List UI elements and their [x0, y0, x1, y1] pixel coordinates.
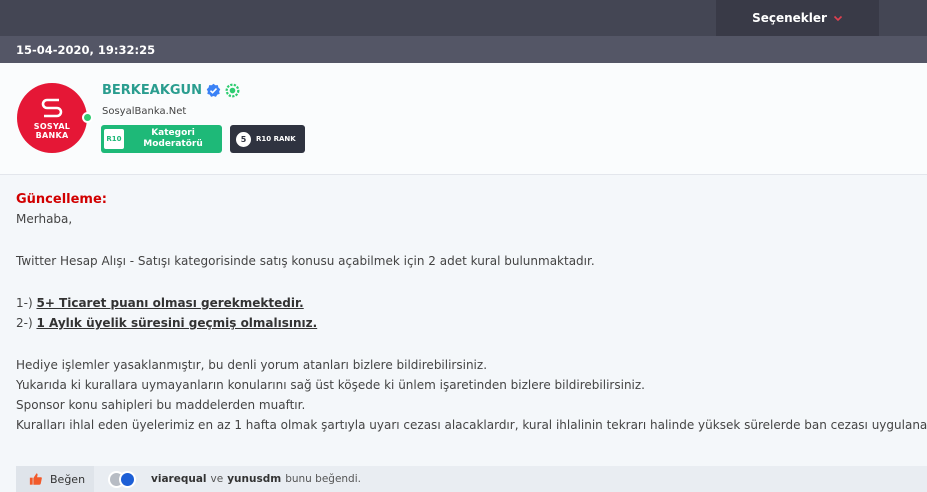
rule-item-1: 1-) 5+ Ticaret puanı olması gerekmektedi…: [16, 293, 916, 313]
liker-avatars: [108, 471, 136, 488]
options-dropdown[interactable]: Seçenekler: [716, 0, 879, 36]
verified-icon: [206, 83, 221, 97]
like-button-label: Beğen: [50, 472, 86, 486]
user-subtitle: SosyalBanka.Net: [102, 106, 187, 117]
user-panel: SOSYAL BANKA BERKEAKGUN SosyalBanka.Net …: [0, 63, 927, 175]
r10-badge-icon: R10: [104, 129, 124, 149]
rule-text: 1 Aylık üyelik süresini geçmiş olmalısın…: [36, 316, 318, 330]
rule-item-2: 2-) 1 Aylık üyelik süresini geçmiş olmal…: [16, 313, 916, 333]
note-line-3: Sponsor konu sahipleri bu maddelerden mu…: [16, 398, 306, 412]
rule-text: 5+ Ticaret puanı olması gerekmektedir.: [36, 296, 304, 310]
rank-badge-moderator: R10 Kategori Moderatörü: [101, 125, 222, 153]
note-line-1: Hediye işlemler yasaklanmıştır, bu denli…: [16, 358, 488, 372]
intro-text: Twitter Hesap Alışı - Satışı kategorisin…: [16, 254, 595, 268]
top-bar: Seçenekler: [0, 0, 927, 36]
like-button[interactable]: Beğen: [16, 466, 94, 492]
update-heading: Güncelleme:: [16, 192, 107, 207]
rule-prefix: 1-): [16, 296, 37, 310]
level-number: 5: [236, 131, 251, 147]
gear-badge-icon: [225, 83, 240, 98]
sosyalbanka-logo-icon: [41, 98, 63, 117]
thumbs-up-icon: [29, 473, 42, 485]
avatar-brand-line2: BANKA: [35, 130, 69, 140]
username[interactable]: BERKEAKGUN: [102, 83, 202, 98]
avatar[interactable]: [119, 471, 136, 488]
level-badge: 5 R10 RANK: [230, 125, 305, 153]
online-indicator: [82, 112, 93, 123]
greeting-text: Merhaba,: [16, 212, 73, 226]
liker-link-2[interactable]: yunusdm: [227, 473, 281, 485]
post-datetime: 15-04-2020, 19:32:25: [16, 42, 156, 57]
post-date-bar: 15-04-2020, 19:32:25: [0, 36, 927, 63]
avatar[interactable]: SOSYAL BANKA: [17, 83, 87, 153]
chevron-down-icon: [833, 15, 843, 22]
rank-badge-line1: Kategori: [151, 128, 195, 138]
post-content: Güncelleme: Merhaba, Twitter Hesap Alışı…: [16, 192, 927, 435]
avatar-brand-line1: SOSYAL: [33, 121, 71, 131]
like-joiner: ve: [210, 473, 224, 485]
note-line-2: Yukarıda ki kurallara uymayanların konul…: [16, 378, 645, 392]
like-suffix: bunu beğendi.: [285, 473, 361, 485]
like-summary: viarequal ve yunusdm bunu beğendi.: [151, 466, 361, 492]
liker-link-1[interactable]: viarequal: [151, 473, 207, 485]
rank-badge-text: Kategori Moderatörü: [124, 128, 222, 150]
username-row: BERKEAKGUN: [102, 83, 240, 98]
options-label: Seçenekler: [752, 11, 827, 25]
post-footer: Beğen viarequal ve yunusdm bunu beğendi.: [16, 466, 927, 492]
note-line-4: Kuralları ihlal eden üyelerimiz en az 1 …: [16, 418, 927, 432]
level-label: R10 RANK: [256, 135, 296, 143]
rank-badge-line2: Moderatörü: [143, 139, 203, 149]
rule-prefix: 2-): [16, 316, 37, 330]
